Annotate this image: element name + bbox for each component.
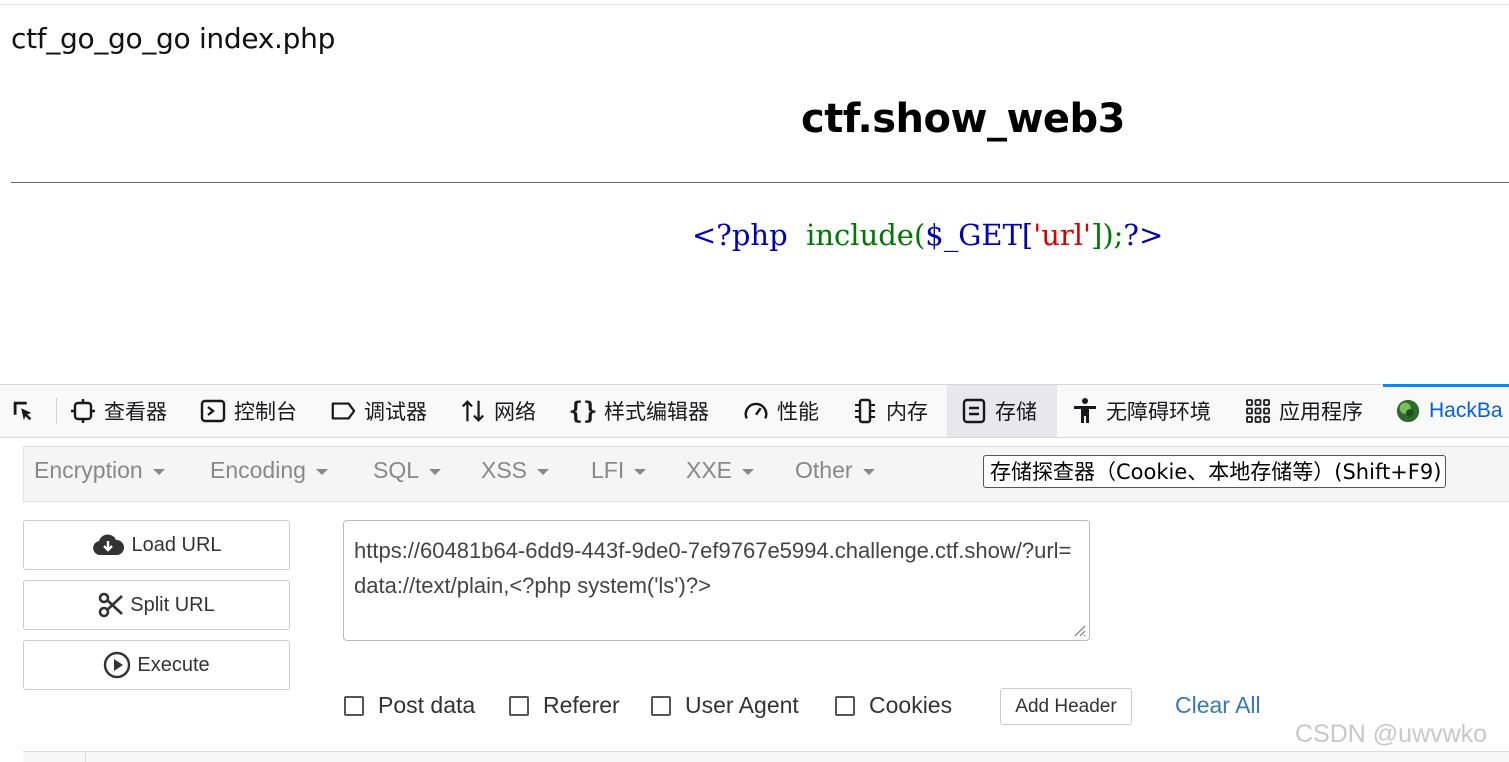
- horizontal-rule: [11, 182, 1509, 183]
- tab-network[interactable]: 网络: [460, 385, 536, 437]
- element-picker-button[interactable]: [10, 385, 44, 437]
- checkbox-box[interactable]: [344, 695, 364, 716]
- tab-hackbar[interactable]: HackBa: [1395, 385, 1503, 437]
- play-circle-icon: [103, 651, 131, 679]
- tab-application[interactable]: 应用程序: [1245, 385, 1363, 437]
- checkbox-label: Cookies: [869, 692, 953, 718]
- php-source-code: <?php include($_GET['url']);?>: [692, 218, 1163, 252]
- checkbox-box[interactable]: [509, 695, 529, 716]
- hackbar-active-indicator: [1383, 384, 1509, 387]
- checkbox-label: User Agent: [685, 692, 799, 718]
- tab-style-editor[interactable]: {} 样式编辑器: [568, 385, 709, 437]
- caret-down-icon: [429, 468, 442, 475]
- split-url-button[interactable]: Split URL: [23, 580, 290, 630]
- bottom-panel-edge: [23, 751, 1509, 762]
- php-close-call: ]);: [1091, 218, 1124, 252]
- cookies-checkbox[interactable]: Cookies: [835, 692, 952, 719]
- url-textarea[interactable]: https://60481b64-6dd9-443f-9de0-7ef9767e…: [343, 520, 1090, 641]
- tab-label: 样式编辑器: [604, 401, 709, 424]
- menu-label: LFI: [591, 457, 625, 483]
- url-value: https://60481b64-6dd9-443f-9de0-7ef9767e…: [354, 538, 1072, 598]
- tab-accessibility[interactable]: 无障碍环境: [1072, 385, 1211, 437]
- memory-icon: [852, 398, 878, 424]
- load-url-button[interactable]: Load URL: [23, 520, 290, 570]
- menu-label: Other: [795, 457, 853, 483]
- application-icon: [1245, 398, 1271, 424]
- caret-down-icon: [315, 468, 328, 475]
- clear-all-link[interactable]: Clear All: [1175, 692, 1261, 719]
- caret-down-icon: [742, 468, 755, 475]
- execute-button[interactable]: Execute: [23, 640, 290, 690]
- php-url-string: 'url': [1033, 218, 1091, 252]
- user-agent-checkbox[interactable]: User Agent: [651, 692, 799, 719]
- tab-memory[interactable]: 内存: [852, 385, 928, 437]
- tab-label: 性能: [777, 401, 819, 424]
- accessibility-icon: [1072, 398, 1098, 424]
- menu-label: XXE: [686, 457, 733, 483]
- button-label: Execute: [137, 653, 210, 676]
- add-header-button[interactable]: Add Header: [1000, 688, 1132, 725]
- style-editor-icon: {}: [568, 397, 598, 425]
- tab-label: 调试器: [364, 401, 427, 424]
- page-header-text: ctf_go_go_go index.php: [11, 22, 336, 55]
- menu-label: XSS: [481, 457, 528, 483]
- top-border: [0, 4, 1509, 5]
- tab-label: 网络: [494, 401, 536, 424]
- tab-label: HackBa: [1429, 399, 1503, 422]
- toolbar-separator: [56, 398, 57, 424]
- storage-icon: [961, 398, 987, 424]
- caret-down-icon: [634, 468, 647, 475]
- post-data-checkbox[interactable]: Post data: [344, 692, 475, 719]
- checkbox-box[interactable]: [835, 695, 855, 716]
- tab-inspector[interactable]: 查看器: [70, 385, 167, 437]
- scissors-icon: [98, 592, 124, 618]
- referer-checkbox[interactable]: Referer: [509, 692, 620, 719]
- button-label: Load URL: [131, 533, 222, 556]
- hackbar-icon: [1395, 398, 1421, 424]
- caret-down-icon: [537, 468, 550, 475]
- resize-grip-icon[interactable]: [1072, 623, 1086, 637]
- page-title: ctf.show_web3: [801, 96, 1126, 142]
- menu-label: SQL: [373, 457, 420, 483]
- tab-label: 控制台: [234, 401, 297, 424]
- menu-lfi[interactable]: LFI: [591, 457, 647, 484]
- checkbox-box[interactable]: [651, 695, 671, 716]
- php-include-call: include(: [806, 218, 926, 252]
- element-picker-icon: [10, 398, 36, 424]
- tab-storage[interactable]: 存储: [947, 385, 1057, 437]
- menu-label: Encoding: [210, 457, 306, 483]
- inspector-icon: [70, 398, 96, 424]
- tab-label: 内存: [886, 401, 928, 424]
- menu-label: Encryption: [34, 457, 143, 483]
- php-close-tag: ?>: [1123, 218, 1164, 252]
- storage-tooltip: 存储探查器（Cookie、本地存储等）(Shift+F9): [983, 455, 1446, 488]
- menu-encryption[interactable]: Encryption: [34, 457, 165, 484]
- console-icon: [200, 398, 226, 424]
- tab-label: 应用程序: [1279, 401, 1363, 424]
- tab-performance[interactable]: 性能: [743, 385, 819, 437]
- button-label: Split URL: [130, 593, 215, 616]
- tab-label: 存储: [995, 401, 1037, 424]
- tab-label: 无障碍环境: [1106, 401, 1211, 424]
- watermark: CSDN @uwvwko: [1295, 720, 1488, 748]
- menu-sql[interactable]: SQL: [373, 457, 442, 484]
- network-icon: [460, 398, 486, 424]
- devtools-toolbar: 查看器 控制台 调试器 网络 {} 样式编辑器 性能 内存 存储 无障碍环境 应…: [0, 384, 1509, 438]
- menu-xxe[interactable]: XXE: [686, 457, 755, 484]
- tab-label: 查看器: [104, 401, 167, 424]
- tab-debugger[interactable]: 调试器: [330, 385, 427, 437]
- tab-console[interactable]: 控制台: [200, 385, 297, 437]
- caret-down-icon: [862, 468, 875, 475]
- php-open-tag: <?php: [692, 218, 797, 252]
- menu-xss[interactable]: XSS: [481, 457, 550, 484]
- caret-down-icon: [152, 468, 165, 475]
- debugger-icon: [330, 398, 356, 424]
- menu-other[interactable]: Other: [795, 457, 875, 484]
- cloud-download-icon: [91, 533, 125, 557]
- checkbox-label: Referer: [543, 692, 620, 718]
- checkbox-label: Post data: [378, 692, 476, 718]
- performance-icon: [743, 398, 769, 424]
- menu-encoding[interactable]: Encoding: [210, 457, 328, 484]
- php-get-var: $_GET[: [925, 218, 1034, 252]
